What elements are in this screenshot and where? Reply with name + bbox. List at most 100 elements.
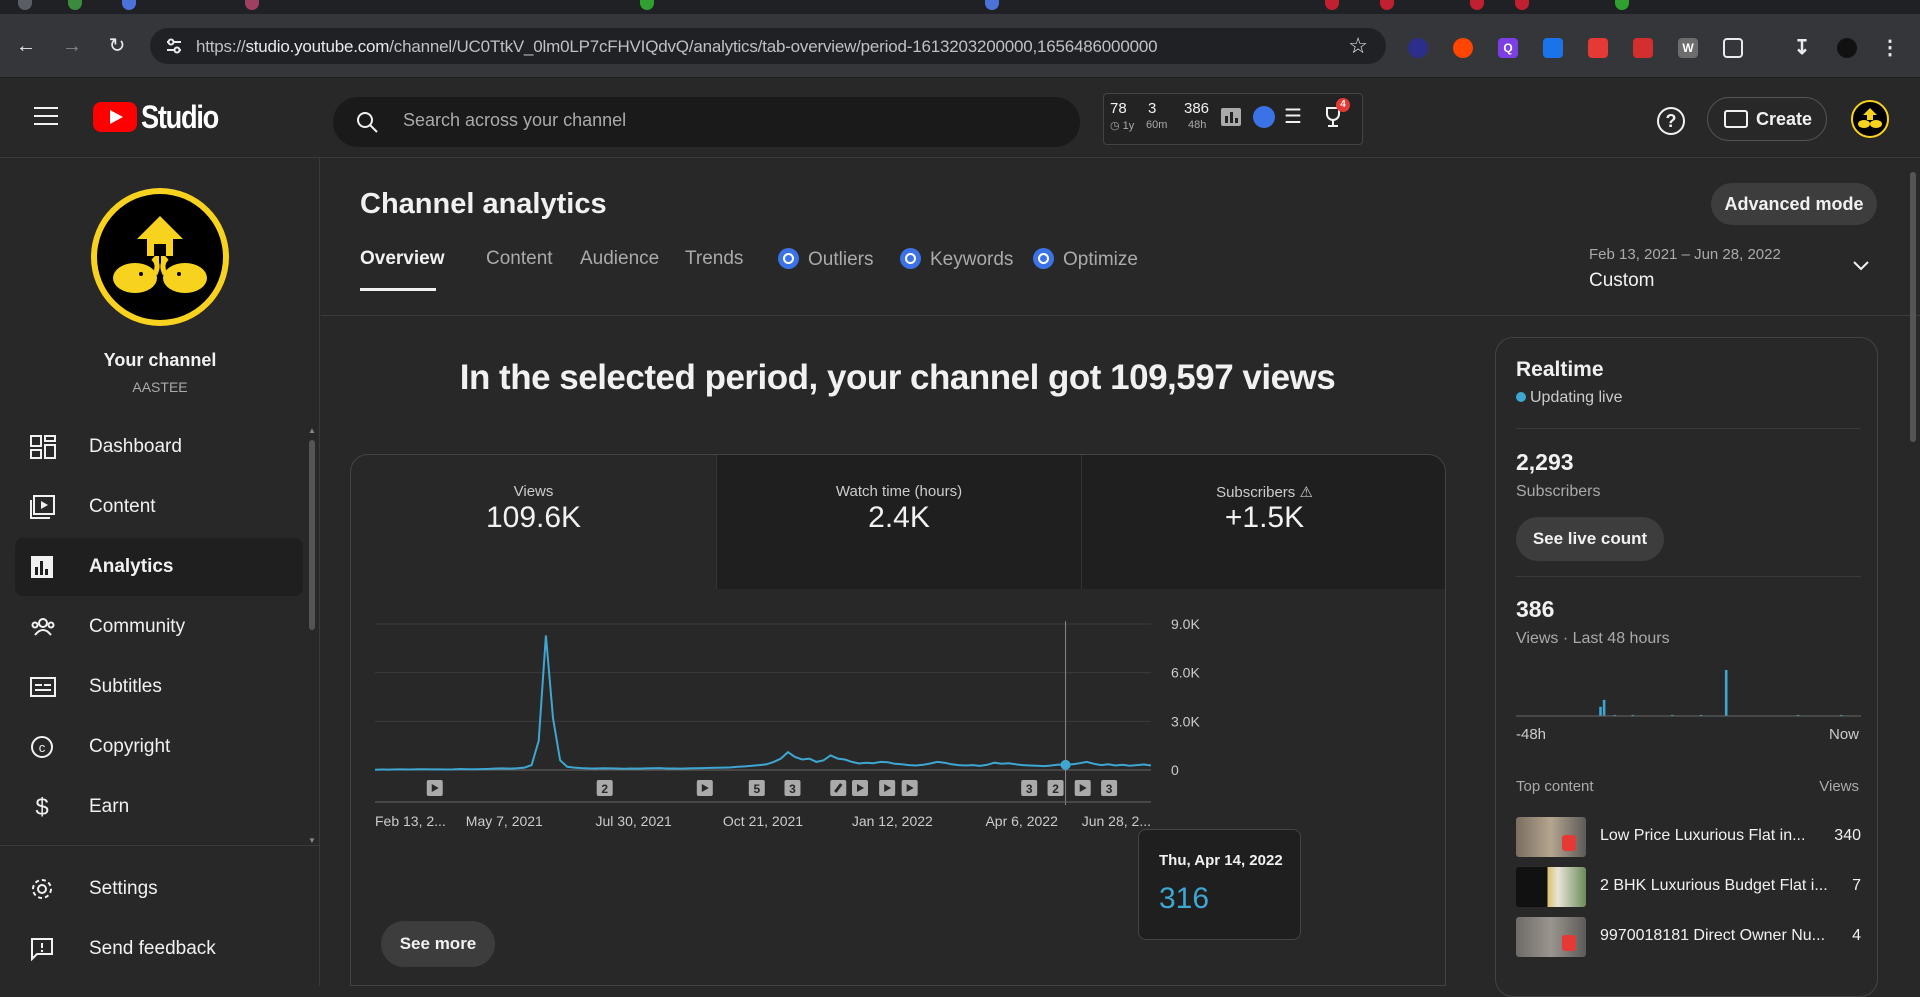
w-extension-icon[interactable]: W — [1678, 38, 1698, 58]
x-tick-label: Apr 6, 2022 — [985, 813, 1058, 829]
logo-text: Studio — [141, 98, 219, 135]
metric-tab-watch-time[interactable]: Watch time (hours) 2.4K — [716, 455, 1081, 589]
sidebar-item-content[interactable]: Content — [15, 478, 303, 536]
scroll-down-icon[interactable]: ▼ — [308, 836, 316, 845]
tab-favicon[interactable] — [1325, 0, 1339, 10]
top-content-row[interactable]: 9970018181 Direct Owner Nu... 4 — [1516, 917, 1861, 957]
vidiq-icon[interactable] — [1253, 106, 1275, 128]
profile-avatar[interactable] — [1837, 38, 1857, 58]
scrollbar-thumb[interactable] — [309, 440, 315, 630]
subtitles-icon — [30, 677, 56, 697]
extension-icon[interactable] — [1408, 38, 1428, 58]
download-icon[interactable]: ↧ — [1792, 38, 1812, 58]
top-content-views-header: Views — [1819, 778, 1859, 795]
tab-favicon[interactable] — [1515, 0, 1529, 10]
quillbot-extension-icon[interactable]: Q — [1498, 38, 1518, 58]
video-count-label: 3 — [789, 782, 796, 796]
video-extension-icon[interactable] — [1588, 38, 1608, 58]
vidiq-stats-widget[interactable]: 78 ◷ 1y 3 60m 386 48h ☰ 4 — [1103, 93, 1363, 145]
scrollbar-thumb[interactable] — [1910, 172, 1916, 442]
tab-content[interactable]: Content — [486, 248, 553, 270]
realtime-status: Updating live — [1516, 389, 1623, 407]
forward-icon[interactable]: → — [60, 34, 84, 58]
y-tick-label: 0 — [1171, 762, 1179, 778]
stat-60m-label: 60m — [1146, 119, 1168, 131]
metric-tab-views[interactable]: Views 109.6K — [351, 455, 716, 589]
sidebar-item-dashboard[interactable]: Dashboard — [15, 418, 303, 476]
tab-favicon[interactable] — [1470, 0, 1484, 10]
tab-favicon[interactable] — [1615, 0, 1629, 10]
sidebar-item-label: Subtitles — [89, 676, 162, 697]
sidebar-scrollbar[interactable]: ▲ ▼ — [308, 426, 316, 846]
main-content: Channel analytics Advanced mode Overview… — [321, 158, 1920, 997]
main-scrollbar[interactable] — [1909, 162, 1917, 442]
tab-keywords[interactable]: Keywords — [900, 248, 1013, 271]
sidebar-item-subtitles[interactable]: Subtitles — [15, 658, 303, 716]
tab-optimize[interactable]: Optimize — [1033, 248, 1138, 271]
tab-favicon[interactable] — [18, 0, 32, 10]
site-settings-icon[interactable] — [164, 36, 184, 56]
sidebar-item-analytics[interactable]: Analytics — [15, 538, 303, 596]
search-input[interactable] — [403, 110, 1003, 131]
studio-header: Studio 78 ◷ 1y 3 60m 386 48h ☰ 4 ? Creat… — [0, 79, 1920, 158]
scroll-up-icon[interactable]: ▲ — [308, 426, 316, 435]
bookmark-star-icon[interactable]: ☆ — [1348, 33, 1368, 59]
extensions-puzzle-icon[interactable] — [1723, 38, 1743, 58]
create-button[interactable]: Create — [1707, 97, 1827, 141]
sidebar-item-earn[interactable]: $ Earn — [15, 778, 303, 836]
channel-avatar[interactable] — [91, 188, 229, 326]
sidebar-item-community[interactable]: Community — [15, 598, 303, 656]
tab-favicon[interactable] — [245, 0, 259, 10]
chevron-down-icon[interactable] — [1851, 256, 1871, 276]
stat-1y-value: 78 — [1110, 100, 1127, 117]
channel-logo-icon — [1858, 108, 1882, 128]
see-live-count-button[interactable]: See live count — [1516, 517, 1664, 561]
tab-outliers[interactable]: Outliers — [778, 248, 873, 271]
top-content-row[interactable]: Low Price Luxurious Flat in... 340 — [1516, 817, 1861, 857]
see-more-button[interactable]: See more — [381, 921, 495, 967]
studio-logo[interactable]: Studio — [93, 98, 232, 135]
reddit-extension-icon[interactable] — [1453, 38, 1473, 58]
search-box[interactable] — [333, 97, 1080, 147]
pdf-extension-icon[interactable] — [1633, 38, 1653, 58]
help-icon[interactable]: ? — [1657, 107, 1685, 135]
sidebar-item-feedback[interactable]: Send feedback — [15, 920, 303, 978]
sidebar-item-label: Community — [89, 616, 186, 637]
date-range-text[interactable]: Feb 13, 2021 – Jun 28, 2022 — [1589, 246, 1781, 263]
tab-favicon[interactable] — [68, 0, 82, 10]
copyright-icon: c — [31, 736, 53, 758]
video-count-label: 3 — [1026, 782, 1033, 796]
metric-tab-subscribers[interactable]: Subscribers ⚠ +1.5K — [1081, 455, 1445, 589]
reload-icon[interactable]: ↻ — [105, 34, 129, 58]
tab-trends[interactable]: Trends — [685, 248, 743, 270]
top-content-title: 9970018181 Direct Owner Nu... — [1600, 927, 1826, 944]
back-icon[interactable]: ← — [14, 34, 38, 58]
list-icon[interactable]: ☰ — [1284, 104, 1302, 129]
date-preset-text[interactable]: Custom — [1589, 270, 1654, 292]
stat-48h-value: 386 — [1184, 100, 1210, 117]
tab-favicon[interactable] — [1380, 0, 1394, 10]
sidebar-item-settings[interactable]: Settings — [15, 860, 303, 918]
address-bar[interactable]: https://studio.youtube.com/channel/UC0Tt… — [150, 28, 1386, 64]
audio-extension-icon[interactable] — [1543, 38, 1563, 58]
menu-icon[interactable] — [34, 107, 58, 125]
realtime-axis-end: Now — [1828, 726, 1859, 743]
realtime-views-bar-chart[interactable] — [1516, 658, 1861, 718]
tab-favicon[interactable] — [985, 0, 999, 10]
create-label: Create — [1756, 109, 1813, 129]
top-content-row[interactable]: 2 BHK Luxurious Budget Flat i... 7 — [1516, 867, 1861, 907]
tab-favicon[interactable] — [640, 0, 654, 10]
metric-label-text: Subscribers — [1216, 484, 1296, 501]
account-avatar[interactable] — [1851, 100, 1889, 138]
dashboard-icon — [30, 435, 56, 459]
browser-menu-icon[interactable]: ⋮ — [1880, 38, 1900, 58]
tab-overview[interactable]: Overview — [360, 248, 445, 291]
tab-favicon[interactable] — [122, 0, 136, 10]
url-scheme: https:// — [196, 37, 246, 56]
top-content-views: 4 — [1852, 927, 1861, 944]
sidebar-item-copyright[interactable]: c Copyright — [15, 718, 303, 776]
tab-label: Audience — [580, 248, 660, 269]
advanced-mode-button[interactable]: Advanced mode — [1711, 183, 1877, 225]
tab-audience[interactable]: Audience — [580, 248, 659, 270]
stats-chart-icon[interactable] — [1221, 108, 1241, 126]
